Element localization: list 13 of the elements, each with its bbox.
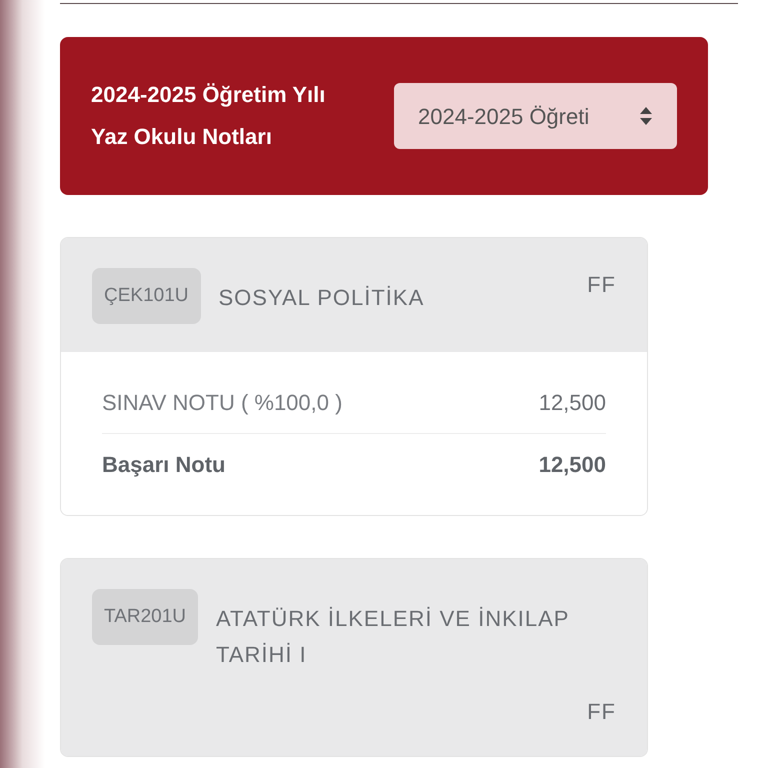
exam-grade-value: 12,500 bbox=[538, 389, 606, 417]
exam-grade-label: SINAV NOTU ( %100,0 ) bbox=[102, 389, 342, 417]
letter-grade: FF bbox=[587, 271, 616, 299]
course-code: TAR201U bbox=[92, 589, 198, 645]
course-code: ÇEK101U bbox=[92, 268, 200, 324]
course-name: ATATÜRK İLKELERİ VE İNKILAP TARİHİ I bbox=[216, 605, 570, 669]
page-title: 2024-2025 Öğretim Yılı Yaz Okulu Notları bbox=[91, 81, 326, 151]
total-grade-label: Başarı Notu bbox=[102, 451, 226, 479]
course-name: SOSYAL POLİTİKA bbox=[218, 284, 424, 312]
letter-grade: FF bbox=[587, 698, 616, 726]
total-grade-value: 12,500 bbox=[538, 451, 606, 479]
sort-arrows-icon bbox=[639, 106, 653, 126]
year-select[interactable]: 2024-2025 Öğreti bbox=[394, 83, 677, 149]
